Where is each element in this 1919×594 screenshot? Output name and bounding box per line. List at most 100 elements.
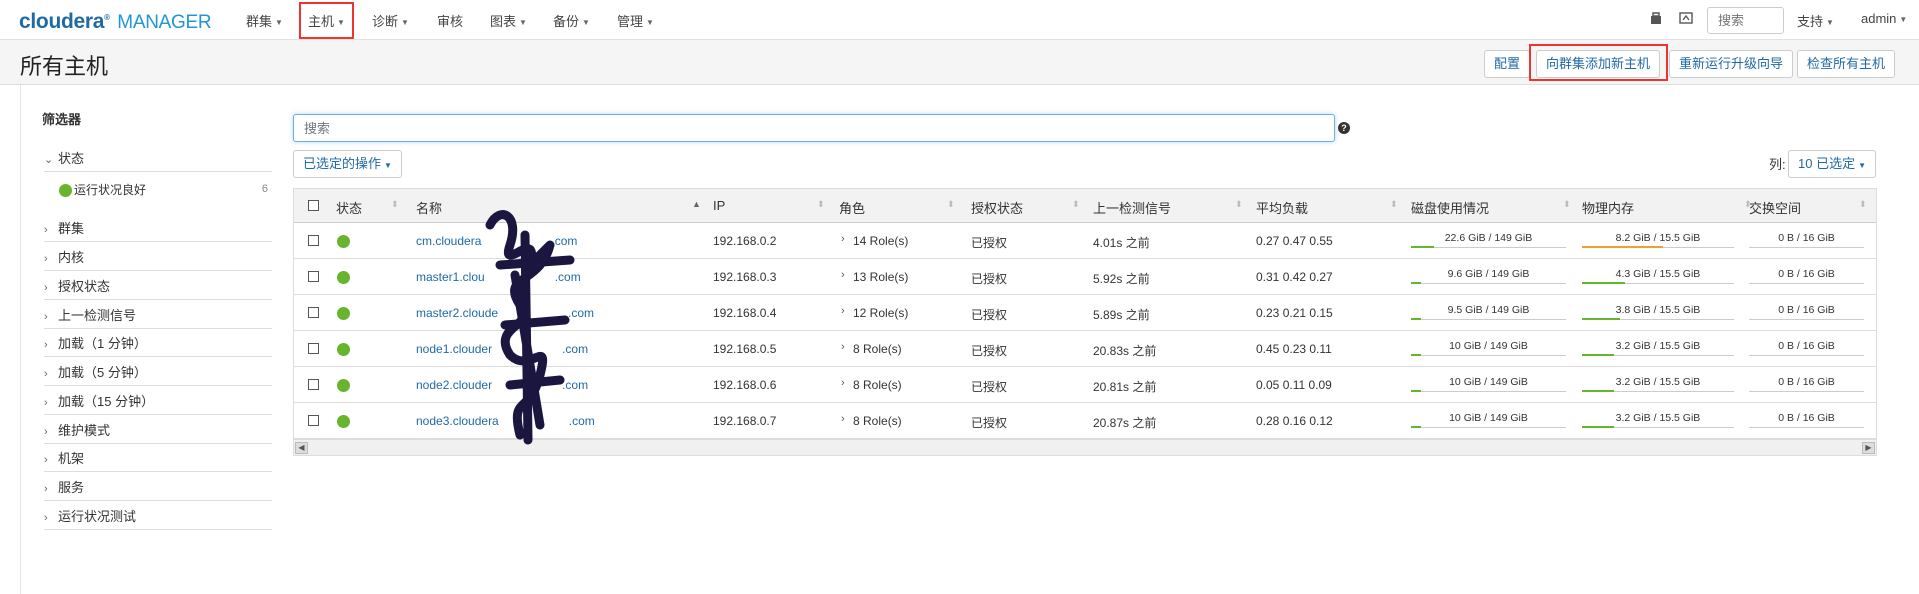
running-commands-icon[interactable] bbox=[1679, 11, 1694, 28]
row-checkbox[interactable] bbox=[308, 415, 319, 426]
expand-roles-icon[interactable]: › bbox=[841, 413, 845, 425]
nav-user-menu[interactable]: admin ▼ bbox=[1861, 11, 1907, 26]
filter-auth-status[interactable]: › 授权状态 bbox=[44, 276, 272, 300]
chevron-right-icon: › bbox=[44, 397, 48, 409]
host-name-link[interactable]: node1.clouder .com bbox=[416, 342, 588, 356]
swap-usage-bar: 0 B / 16 GiB bbox=[1749, 412, 1864, 428]
host-ip: 192.168.0.2 bbox=[713, 234, 777, 248]
row-checkbox[interactable] bbox=[308, 379, 319, 390]
expand-roles-icon[interactable]: › bbox=[841, 305, 845, 317]
healthy-status-icon bbox=[337, 271, 350, 284]
disk-usage-fill bbox=[1411, 354, 1422, 356]
global-search-input[interactable] bbox=[1707, 7, 1784, 34]
table-header: 状态 ⬍ 名称 ▲ IP ⬍ 角色 ⬍ 授权状态 ⬍ 上一检测信号 ⬍ 平均负载 ⬍ 磁盘使用… bbox=[294, 189, 1876, 223]
inspect-all-hosts-button[interactable]: 检查所有主机 bbox=[1797, 50, 1896, 78]
healthy-status-icon bbox=[337, 307, 350, 320]
nav-diagnostics[interactable]: 诊断 ▼ bbox=[372, 11, 409, 30]
host-name-link[interactable]: node2.clouder .com bbox=[416, 378, 588, 392]
expand-roles-icon[interactable]: › bbox=[841, 233, 845, 245]
filter-load-1min[interactable]: › 加载（1 分钟） bbox=[44, 333, 272, 357]
host-auth-status: 已授权 bbox=[971, 272, 1008, 286]
scroll-right-icon[interactable]: ▶ bbox=[1862, 442, 1875, 454]
disk-usage-bar: 22.6 GiB / 149 GiB bbox=[1411, 232, 1566, 248]
expand-roles-icon[interactable]: › bbox=[841, 377, 845, 389]
filter-cluster[interactable]: › 群集 bbox=[44, 218, 272, 242]
col-ip[interactable]: IP bbox=[713, 198, 725, 213]
host-load-average: 0.45 0.23 0.11 bbox=[1256, 342, 1332, 356]
table-row[interactable]: master2.cloude .com 192.168.0.4 › 12 Role(s)… bbox=[294, 295, 1876, 331]
memory-usage-fill bbox=[1582, 426, 1614, 428]
host-ip: 192.168.0.3 bbox=[713, 270, 777, 284]
col-name[interactable]: 名称 bbox=[416, 198, 442, 217]
memory-usage-bar: 4.3 GiB / 15.5 GiB bbox=[1582, 268, 1734, 284]
host-roles[interactable]: 8 Role(s) bbox=[853, 342, 902, 356]
col-last-heartbeat[interactable]: 上一检测信号 bbox=[1093, 198, 1171, 217]
chevron-right-icon: › bbox=[44, 339, 48, 351]
expand-roles-icon[interactable]: › bbox=[841, 341, 845, 353]
host-name-link[interactable]: master2.cloude .com bbox=[416, 306, 594, 320]
table-row[interactable]: cm.cloudera .com 192.168.0.2 › 14 Role(s) 已授权… bbox=[294, 223, 1876, 259]
host-last-heartbeat: 4.01s 之前 bbox=[1093, 236, 1150, 250]
filter-load-15min[interactable]: › 加载（15 分钟） bbox=[44, 391, 272, 415]
filter-load-5min[interactable]: › 加载（5 分钟） bbox=[44, 362, 272, 386]
host-search-input[interactable] bbox=[293, 114, 1335, 142]
filter-service[interactable]: › 服务 bbox=[44, 477, 272, 501]
host-name-link[interactable]: master1.clou .com bbox=[416, 270, 581, 284]
table-row[interactable]: node1.clouder .com 192.168.0.5 › 8 Role(s) 已授… bbox=[294, 331, 1876, 367]
columns-selector-button[interactable]: 10 已选定 ▼ bbox=[1788, 150, 1876, 178]
host-name-link[interactable]: cm.cloudera .com bbox=[416, 234, 577, 248]
host-roles[interactable]: 8 Role(s) bbox=[853, 378, 902, 392]
cloudera-logo[interactable]: cloudera® MANAGER bbox=[19, 10, 212, 34]
swap-usage-bar: 0 B / 16 GiB bbox=[1749, 304, 1864, 320]
nav-backup[interactable]: 备份 ▼ bbox=[553, 11, 590, 30]
table-row[interactable]: master1.clou .com 192.168.0.3 › 13 Role(s) 已授… bbox=[294, 259, 1876, 295]
host-roles[interactable]: 14 Role(s) bbox=[853, 234, 908, 248]
nav-support[interactable]: 支持 ▼ bbox=[1797, 11, 1834, 30]
filter-status[interactable]: ⌄ 状态 bbox=[44, 148, 272, 172]
swap-usage-bar: 0 B / 16 GiB bbox=[1749, 232, 1864, 248]
host-last-heartbeat: 20.87s 之前 bbox=[1093, 416, 1157, 430]
filter-maintenance-mode[interactable]: › 维护模式 bbox=[44, 420, 272, 444]
nav-audits[interactable]: 审核 bbox=[437, 11, 463, 30]
selected-actions-button[interactable]: 已选定的操作 ▼ bbox=[293, 150, 402, 178]
host-load-average: 0.31 0.42 0.27 bbox=[1256, 270, 1333, 284]
configure-button[interactable]: 配置 bbox=[1484, 50, 1531, 78]
table-row[interactable]: node3.cloudera .com 192.168.0.7 › 8 Role(s) 已… bbox=[294, 403, 1876, 439]
help-icon[interactable]: ? bbox=[1338, 122, 1350, 134]
row-checkbox[interactable] bbox=[308, 307, 319, 318]
col-physical-memory[interactable]: 物理内存 bbox=[1582, 198, 1634, 217]
col-roles[interactable]: 角色 bbox=[839, 198, 865, 217]
filter-status-healthy[interactable]: 运行状况良好 6 bbox=[59, 181, 272, 201]
filter-rack[interactable]: › 机架 bbox=[44, 448, 272, 472]
row-checkbox[interactable] bbox=[308, 271, 319, 282]
col-status[interactable]: 状态 bbox=[336, 198, 362, 217]
select-all-checkbox[interactable] bbox=[308, 200, 319, 211]
expand-roles-icon[interactable]: › bbox=[841, 269, 845, 281]
host-ip: 192.168.0.6 bbox=[713, 378, 777, 392]
table-row[interactable]: node2.clouder .com 192.168.0.6 › 8 Role(s) 已授… bbox=[294, 367, 1876, 403]
host-roles[interactable]: 8 Role(s) bbox=[853, 414, 902, 428]
chevron-right-icon: › bbox=[44, 282, 48, 294]
col-load-average[interactable]: 平均负载 bbox=[1256, 198, 1308, 217]
host-auth-status: 已授权 bbox=[971, 380, 1008, 394]
host-name-link[interactable]: node3.cloudera .com bbox=[416, 414, 595, 428]
filter-kernel[interactable]: › 内核 bbox=[44, 247, 272, 271]
scroll-left-icon[interactable]: ◀ bbox=[295, 442, 308, 454]
host-load-average: 0.27 0.47 0.55 bbox=[1256, 234, 1333, 248]
nav-clusters[interactable]: 群集 ▼ bbox=[246, 11, 283, 30]
nav-administration[interactable]: 管理 ▼ bbox=[617, 11, 654, 30]
host-roles[interactable]: 13 Role(s) bbox=[853, 270, 908, 284]
col-auth-status[interactable]: 授权状态 bbox=[971, 198, 1023, 217]
parcel-icon[interactable] bbox=[1649, 11, 1663, 28]
col-disk-usage[interactable]: 磁盘使用情况 bbox=[1411, 198, 1489, 217]
col-swap-space[interactable]: 交换空间 bbox=[1749, 198, 1801, 217]
row-checkbox[interactable] bbox=[308, 235, 319, 246]
filter-health-test[interactable]: › 运行状况测试 bbox=[44, 506, 272, 530]
swap-usage-bar: 0 B / 16 GiB bbox=[1749, 340, 1864, 356]
rerun-upgrade-wizard-button[interactable]: 重新运行升级向导 bbox=[1669, 50, 1794, 78]
filter-last-heartbeat[interactable]: › 上一检测信号 bbox=[44, 305, 272, 329]
host-roles[interactable]: 12 Role(s) bbox=[853, 306, 908, 320]
horizontal-scrollbar[interactable]: ◀ ▶ bbox=[294, 439, 1876, 455]
nav-charts[interactable]: 图表 ▼ bbox=[490, 11, 527, 30]
row-checkbox[interactable] bbox=[308, 343, 319, 354]
